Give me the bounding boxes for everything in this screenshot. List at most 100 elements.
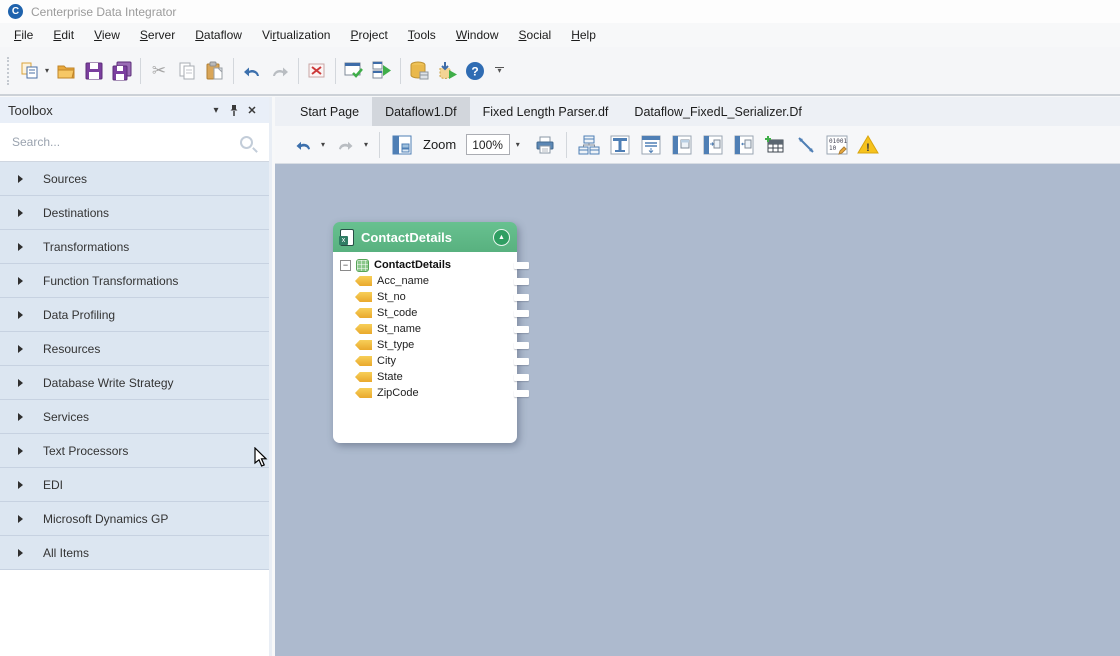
tree-expander-icon[interactable]: − [340,260,351,271]
menu-item[interactable]: View [84,25,130,45]
delete-icon[interactable] [303,57,331,85]
toolbox-category[interactable]: EDI [0,468,269,502]
undo-icon[interactable] [289,131,316,158]
menu-item[interactable]: Social [509,25,562,45]
auto-layout-icon[interactable] [575,131,602,158]
collapse-node-panel-icon[interactable] [699,131,726,158]
new-document-icon[interactable] [16,57,44,85]
node-collapse-button[interactable]: ▲ [493,229,510,246]
field-label: City [377,355,396,367]
field-row[interactable]: State [333,369,517,385]
resize-node-panel-icon[interactable] [730,131,757,158]
toolbox-category[interactable]: Function Transformations [0,264,269,298]
document-tab[interactable]: Start Page [287,97,372,126]
output-port[interactable] [514,262,529,269]
raw-data-preview-icon[interactable]: 0100110 [823,131,850,158]
output-port[interactable] [514,358,529,365]
document-tab[interactable]: Dataflow_FixedL_Serializer.Df [621,97,814,126]
zoom-combobox[interactable]: 100% ▾ [466,134,525,155]
toolbox-category[interactable]: Data Profiling [0,298,269,332]
print-icon[interactable] [531,131,558,158]
field-row[interactable]: St_no [333,289,517,305]
undo-dropdown-icon[interactable]: ▾ [318,140,328,149]
database-browser-icon[interactable] [405,57,433,85]
menu-item[interactable]: Window [446,25,509,45]
save-icon[interactable] [80,57,108,85]
contactdetails-node[interactable]: ContactDetails ▲ − ContactDetails [333,222,517,443]
menu-item[interactable]: Help [561,25,606,45]
new-dropdown-icon[interactable]: ▾ [42,66,52,75]
output-port[interactable] [514,294,529,301]
open-folder-icon[interactable] [52,57,80,85]
field-row[interactable]: ZipCode [333,385,517,401]
distribute-horizontal-icon[interactable] [606,131,633,158]
dataset-icon [356,259,369,272]
node-header[interactable]: ContactDetails ▲ [333,222,517,252]
toolbox-category[interactable]: Resources [0,332,269,366]
undo-icon[interactable] [238,57,266,85]
toolbar-grip[interactable] [7,57,10,85]
toolbox-category[interactable]: Sources [0,162,269,196]
toolbar-options-icon[interactable]: ▾ [495,67,504,75]
warnings-icon[interactable]: ! [854,131,881,158]
toolbox-category[interactable]: All Items [0,536,269,570]
toolbox-category[interactable]: Text Processors [0,434,269,468]
tree-root-row[interactable]: − ContactDetails [333,257,517,273]
menu-item[interactable]: Dataflow [185,25,252,45]
field-row[interactable]: Acc_name [333,273,517,289]
toolbox-category[interactable]: Database Write Strategy [0,366,269,400]
field-row[interactable]: St_name [333,321,517,337]
toolbox-category[interactable]: Services [0,400,269,434]
start-dataflow-icon[interactable] [368,57,396,85]
output-port[interactable] [514,278,529,285]
search-icon[interactable] [240,136,253,149]
toolbox-search [0,123,269,162]
output-port[interactable] [514,342,529,349]
menu-item[interactable]: File [4,25,43,45]
document-tab[interactable]: Dataflow1.Df [372,97,470,126]
pin-icon[interactable] [225,102,243,118]
menu-item[interactable]: Server [130,25,185,45]
zoom-value[interactable]: 100% [466,134,510,155]
zoom-dropdown-icon[interactable]: ▾ [510,134,525,155]
redo-icon[interactable] [266,57,294,85]
field-label: State [377,371,403,383]
field-icon [355,292,372,302]
dataflow-canvas[interactable]: ContactDetails ▲ − ContactDetails [275,164,1120,656]
field-row[interactable]: St_type [333,337,517,353]
menu-item[interactable]: Tools [398,25,446,45]
verify-dataflow-icon[interactable] [340,57,368,85]
close-icon[interactable]: ✕ [243,102,261,118]
draw-link-icon[interactable] [792,131,819,158]
toolbox-category[interactable]: Destinations [0,196,269,230]
window-position-icon[interactable]: ▾ [207,102,225,118]
redo-dropdown-icon[interactable]: ▾ [361,140,371,149]
copy-icon[interactable] [173,57,201,85]
add-grid-icon[interactable] [761,131,788,158]
output-port[interactable] [514,310,529,317]
search-input[interactable] [12,135,240,149]
show-node-panel-icon[interactable] [668,131,695,158]
toolbox-category-label: Text Processors [43,444,128,458]
output-port[interactable] [514,326,529,333]
field-row[interactable]: City [333,353,517,369]
document-tab[interactable]: Fixed Length Parser.df [470,97,622,126]
menu-item[interactable]: Project [340,25,397,45]
output-port[interactable] [514,374,529,381]
preview-layout-icon[interactable] [388,131,415,158]
paste-icon[interactable] [201,57,229,85]
toolbox-category-label: Resources [43,342,100,356]
toolbox-category[interactable]: Transformations [0,230,269,264]
menu-item[interactable]: Edit [43,25,84,45]
field-label: St_no [377,291,406,303]
redo-icon[interactable] [332,131,359,158]
save-all-icon[interactable] [108,57,136,85]
field-row[interactable]: St_code [333,305,517,321]
menu-item[interactable]: Virtualization [252,25,341,45]
cut-icon[interactable]: ✂ [145,57,173,85]
toolbox-category[interactable]: Microsoft Dynamics GP [0,502,269,536]
output-port[interactable] [514,390,529,397]
deploy-job-icon[interactable] [433,57,461,85]
help-icon[interactable]: ? [461,57,489,85]
expand-all-nodes-icon[interactable] [637,131,664,158]
